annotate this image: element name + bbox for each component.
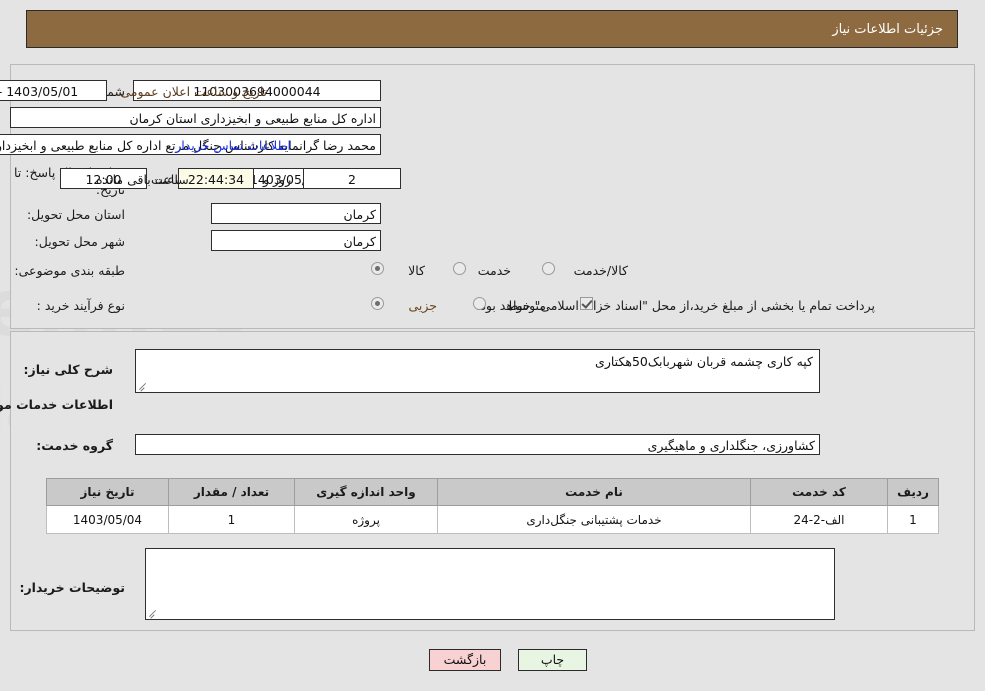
remaining-suffix-label: ساعت باقی مانده	[96, 172, 189, 187]
general-need-value: کپه کاری چشمه قربان شهربابک50هکتاری	[595, 354, 813, 369]
services-info-heading: اطلاعات خدمات مورد نیاز	[0, 397, 113, 412]
th-service-name: نام خدمت	[437, 478, 751, 506]
radio-category-kala[interactable]	[371, 262, 384, 275]
th-need-date: تاریخ نیاز	[46, 478, 169, 506]
buyer-notes-label: توضیحات خریدار:	[19, 580, 125, 595]
resize-grip-icon[interactable]	[148, 606, 160, 618]
print-button[interactable]: چاپ	[518, 649, 587, 671]
cell-service-code: الف-2-24	[750, 505, 888, 534]
radio-process-jozi[interactable]	[371, 297, 384, 310]
general-need-label: شرح کلی نیاز:	[23, 362, 113, 377]
province-value: کرمان	[211, 203, 381, 224]
announce-datetime-value: 1403/05/01 - 11:45	[0, 80, 107, 101]
table-header-row: ردیف کد خدمت نام خدمت واحد اندازه گیری ت…	[46, 478, 939, 506]
services-table: ردیف کد خدمت نام خدمت واحد اندازه گیری ت…	[46, 478, 939, 534]
cell-unit: پروژه	[294, 505, 438, 534]
buyer-org-value: اداره کل منابع طبیعی و ابخیزداری استان ک…	[10, 107, 381, 128]
cell-quantity: 1	[168, 505, 295, 534]
remaining-days-value: 2	[303, 168, 401, 189]
service-group-value: کشاورزی، جنگلداری و ماهیگیری	[135, 434, 820, 455]
city-value: کرمان	[211, 230, 381, 251]
buyer-contact-link[interactable]: اطلاعات تماس خریدار	[175, 138, 291, 153]
page-title: جزئیات اطلاعات نیاز	[832, 22, 943, 37]
days-and-label: روز و	[263, 172, 292, 187]
process-option-0-label: جزیی	[408, 298, 437, 313]
radio-category-khedmat[interactable]	[453, 262, 466, 275]
cell-service-name: خدمات پشتیبانی جنگل‌داری	[437, 505, 751, 534]
province-label: استان محل تحویل:	[26, 207, 125, 222]
radio-category-kala-khedmat[interactable]	[542, 262, 555, 275]
treasury-bond-checkbox[interactable]	[580, 297, 593, 310]
treasury-bond-text: پرداخت تمام یا بخشی از مبلغ خرید،از محل …	[476, 298, 875, 313]
th-service-code: کد خدمت	[750, 478, 888, 506]
category-label: طبقه بندی موضوعی:	[14, 263, 125, 278]
th-unit: واحد اندازه گیری	[294, 478, 438, 506]
buyer-notes-textarea[interactable]	[145, 548, 835, 620]
th-row-no: ردیف	[887, 478, 939, 506]
process-label: نوع فرآیند خرید :	[36, 298, 125, 313]
cell-need-date: 1403/05/04	[46, 505, 169, 534]
radio-process-motavaset[interactable]	[473, 297, 486, 310]
city-label: شهر محل تحویل:	[34, 234, 125, 249]
page-header: جزئیات اطلاعات نیاز	[26, 10, 958, 48]
th-quantity: تعداد / مقدار	[168, 478, 295, 506]
table-row[interactable]: 1 الف-2-24 خدمات پشتیبانی جنگل‌داری پروژ…	[46, 505, 939, 534]
remaining-time-value: 22:44:34	[178, 168, 254, 189]
category-option-1-label: خدمت	[477, 263, 511, 278]
general-need-textarea[interactable]: کپه کاری چشمه قربان شهربابک50هکتاری	[135, 349, 820, 393]
cell-row-no: 1	[887, 505, 939, 534]
category-option-0-label: کالا	[408, 263, 425, 278]
resize-grip-icon[interactable]	[138, 379, 150, 391]
need-info-panel	[10, 64, 975, 329]
announce-datetime-label: تاریخ و ساعت اعلان عمومی:	[116, 84, 267, 99]
back-button[interactable]: بازگشت	[429, 649, 501, 671]
category-option-2-label: کالا/خدمت	[573, 263, 628, 278]
service-group-label: گروه خدمت:	[36, 438, 113, 453]
